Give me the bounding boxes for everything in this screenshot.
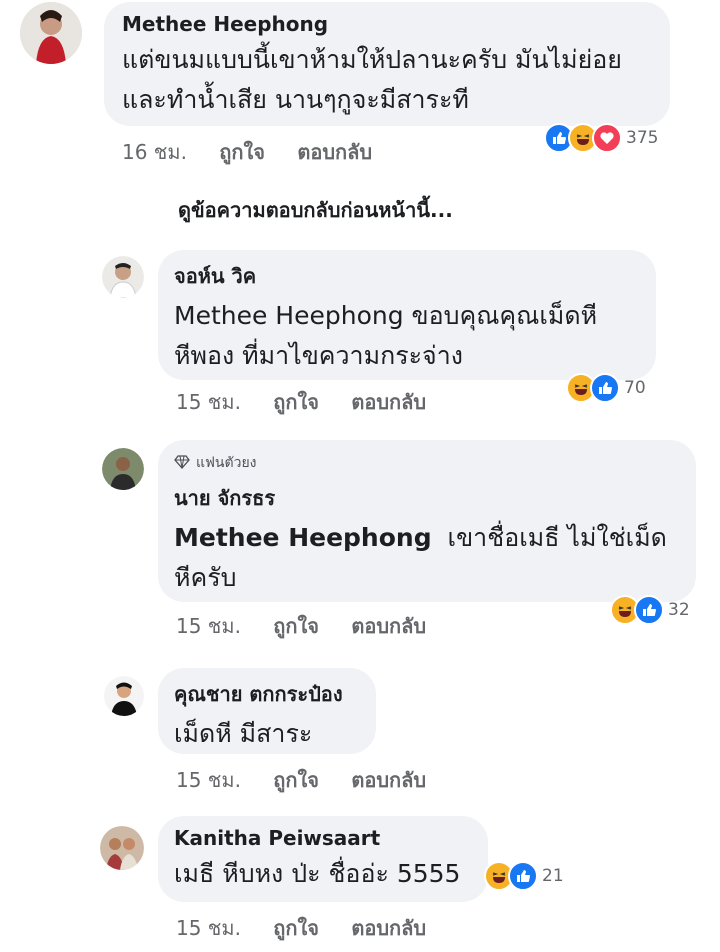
- comment-text: หีครับ: [174, 563, 237, 592]
- reply-button[interactable]: ตอบกลับ: [351, 614, 426, 638]
- reply-bubble: คุณชาย ตกกระป๋อง เม็ดหี มีสาระ: [158, 668, 376, 754]
- reaction-summary[interactable]: 32: [610, 594, 690, 626]
- reply-button[interactable]: ตอบกลับ: [297, 140, 372, 164]
- reply-bubble: Kanitha Peiwsaart เมธี หีบหง ป่ะ ชื่ออ่ะ…: [158, 816, 488, 902]
- comment-time[interactable]: 15 ชม.: [176, 390, 241, 414]
- comment-text: หีพอง ที่มาไขความกระจ่าง: [174, 341, 463, 370]
- comment-actions: 16 ชม. ถูกใจ ตอบกลับ: [122, 136, 398, 168]
- avatar[interactable]: [102, 448, 144, 490]
- reaction-summary[interactable]: 21: [484, 860, 564, 892]
- comment-author[interactable]: Methee Heephong: [122, 12, 670, 36]
- heart-icon: [592, 123, 622, 153]
- comment-author[interactable]: Kanitha Peiwsaart: [174, 826, 488, 850]
- reaction-count: 70: [624, 378, 646, 398]
- comment-actions: 15 ชม. ถูกใจ ตอบกลับ: [176, 912, 452, 944]
- like-button[interactable]: ถูกใจ: [219, 140, 265, 164]
- comment-author[interactable]: นาย จักรธร: [174, 482, 696, 514]
- comment-time[interactable]: 15 ชม.: [176, 768, 241, 792]
- view-previous-replies-link[interactable]: ดูข้อความตอบกลับก่อนหน้านี้...: [178, 194, 453, 226]
- comment-text: แต่ขนมแบบนี้เขาห้ามให้ปลานะครับ มันไม่ย่…: [122, 45, 622, 74]
- like-button[interactable]: ถูกใจ: [273, 916, 319, 940]
- avatar[interactable]: [20, 2, 82, 64]
- comment-author[interactable]: จอห์น วิค: [174, 260, 656, 292]
- fan-badge: แฟนตัวยง: [174, 452, 696, 474]
- reply-bubble: แฟนตัวยง นาย จักรธร Methee Heephong เขาช…: [158, 440, 696, 602]
- comment-actions: 15 ชม. ถูกใจ ตอบกลับ: [176, 386, 452, 418]
- comment-actions: 15 ชม. ถูกใจ ตอบกลับ: [176, 610, 452, 642]
- like-button[interactable]: ถูกใจ: [273, 390, 319, 414]
- comment-time[interactable]: 15 ชม.: [176, 916, 241, 940]
- thumbs-up-icon: [590, 373, 620, 403]
- badge-label: แฟนตัวยง: [196, 455, 257, 471]
- thumbs-up-icon: [634, 595, 664, 625]
- comment-actions: 15 ชม. ถูกใจ ตอบกลับ: [176, 764, 452, 796]
- comment-text-body: เขาชื่อเมธี ไม่ใช่เม็ด: [447, 523, 667, 552]
- comment-text: และทำน้ำเสีย นานๆกูจะมีสาระที: [122, 85, 469, 114]
- reaction-summary[interactable]: 70: [566, 372, 646, 404]
- reaction-summary[interactable]: 375: [544, 122, 658, 154]
- comment-time[interactable]: 16 ชม.: [122, 140, 187, 164]
- reply-button[interactable]: ตอบกลับ: [351, 916, 426, 940]
- like-button[interactable]: ถูกใจ: [273, 614, 319, 638]
- like-button[interactable]: ถูกใจ: [273, 768, 319, 792]
- reaction-count: 375: [626, 128, 659, 148]
- mention-link[interactable]: Methee Heephong: [174, 523, 432, 552]
- reply-bubble: จอห์น วิค Methee Heephong ขอบคุณคุณเม็ดห…: [158, 250, 656, 380]
- comment-author[interactable]: คุณชาย ตกกระป๋อง: [174, 678, 376, 710]
- diamond-icon: [174, 454, 190, 473]
- comment-text: เมธี หีบหง ป่ะ ชื่ออ่ะ 5555: [174, 859, 461, 888]
- reply-button[interactable]: ตอบกลับ: [351, 390, 426, 414]
- comment-text: Methee Heephong ขอบคุณคุณเม็ดหี: [174, 301, 598, 330]
- avatar[interactable]: [100, 826, 144, 870]
- reply-button[interactable]: ตอบกลับ: [351, 768, 426, 792]
- avatar[interactable]: [104, 676, 144, 716]
- reaction-count: 32: [668, 600, 690, 620]
- thumbs-up-icon: [508, 861, 538, 891]
- reaction-count: 21: [542, 866, 564, 886]
- comment-text: เม็ดหี มีสาระ: [174, 719, 313, 748]
- comment-text: Methee Heephong เขาชื่อเมธี ไม่ใช่เม็ด: [174, 518, 696, 558]
- comment-bubble: Methee Heephong แต่ขนมแบบนี้เขาห้ามให้ปล…: [104, 2, 670, 126]
- comment-time[interactable]: 15 ชม.: [176, 614, 241, 638]
- avatar[interactable]: [102, 256, 144, 298]
